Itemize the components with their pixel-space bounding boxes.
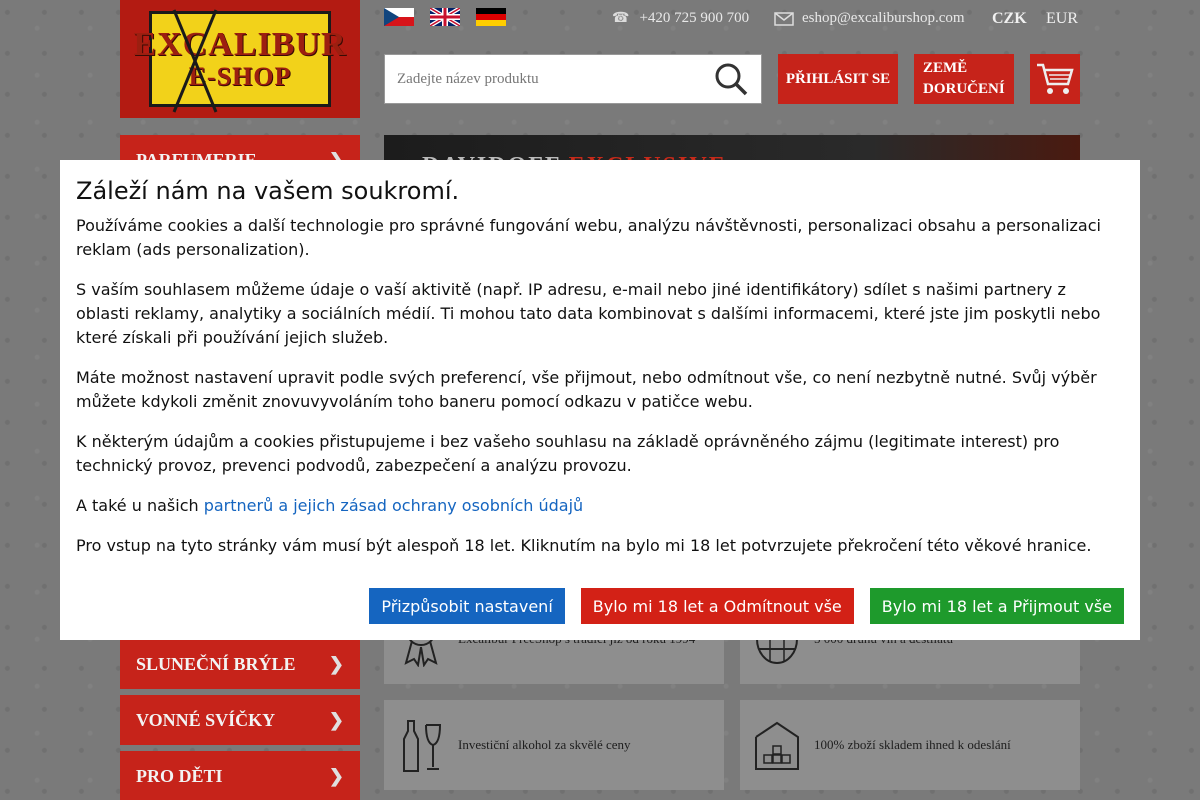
cookie-consent-dialog: Záleží nám na vašem soukromí. Používáme … — [60, 160, 1140, 640]
consent-paragraph-5: A také u našich partnerů a jejich zásad … — [76, 494, 1124, 518]
customize-settings-button[interactable]: Přizpůsobit nastavení — [369, 588, 565, 624]
consent-overlay: Záleží nám na vašem soukromí. Používáme … — [0, 0, 1200, 800]
consent-paragraph-5-text: A také u našich — [76, 496, 204, 515]
consent-paragraph-6: Pro vstup na tyto stránky vám musí být a… — [76, 536, 1092, 555]
reject-all-button[interactable]: Bylo mi 18 let a Odmítnout vše — [580, 588, 854, 624]
consent-paragraph-1: Používáme cookies a další technologie pr… — [76, 216, 1101, 259]
partners-privacy-link[interactable]: partnerů a jejich zásad ochrany osobních… — [204, 496, 583, 515]
consent-title: Záleží nám na vašem soukromí. — [76, 177, 460, 205]
consent-paragraph-3: Máte možnost nastavení upravit podle svý… — [76, 368, 1097, 411]
consent-paragraph-4: K některým údajům a cookies přistupujeme… — [76, 432, 1060, 475]
consent-actions: Přizpůsobit nastavení Bylo mi 18 let a O… — [369, 588, 1124, 624]
accept-all-button[interactable]: Bylo mi 18 let a Přijmout vše — [869, 588, 1124, 624]
consent-paragraph-2: S vaším souhlasem můžeme údaje o vaší ak… — [76, 280, 1101, 347]
